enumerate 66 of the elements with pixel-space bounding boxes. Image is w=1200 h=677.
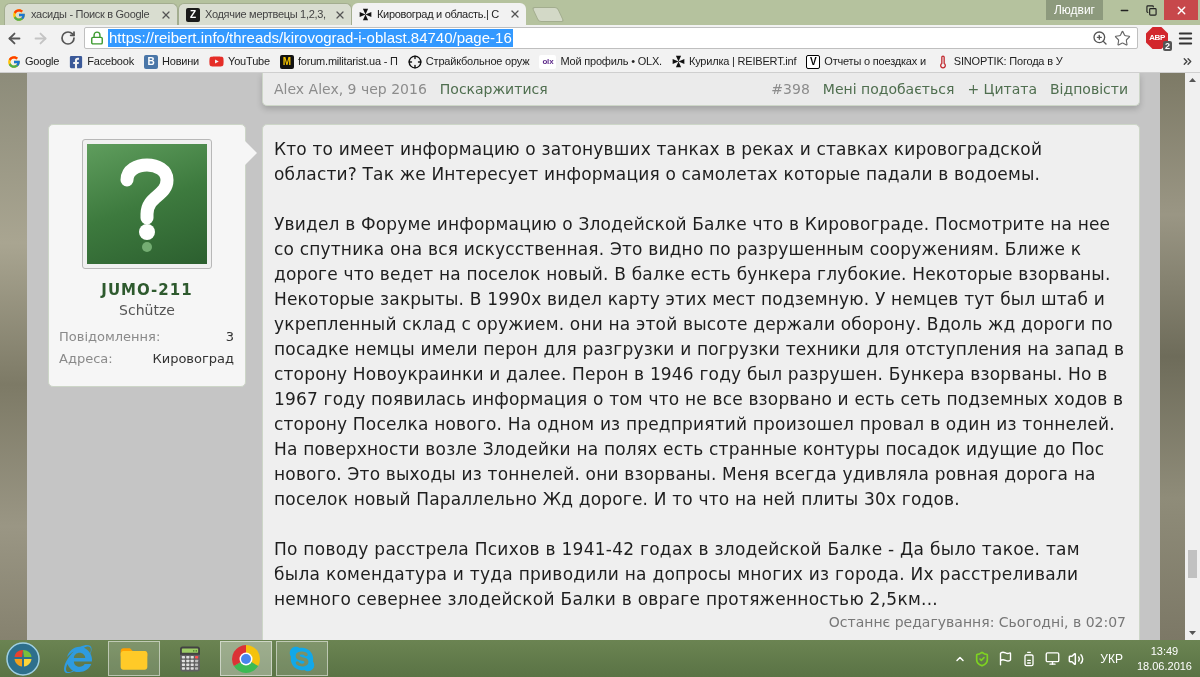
restore-icon	[1145, 4, 1157, 16]
bookmark-item[interactable]: SINOPTIK: Погода в У	[935, 53, 1063, 70]
monitor-icon[interactable]	[1045, 651, 1061, 666]
browser-tab[interactable]: Кировоград и область.| С	[352, 3, 526, 25]
username[interactable]: JUMO-211	[101, 280, 193, 300]
star-icon[interactable]	[1114, 29, 1131, 47]
start-orb-icon[interactable]	[6, 641, 40, 676]
zoom-icon[interactable]	[1092, 30, 1108, 46]
favicon-letter: Z	[186, 7, 200, 22]
taskbar-app[interactable]	[220, 641, 272, 676]
language-indicator[interactable]: УКР	[1100, 649, 1123, 668]
lock-icon	[90, 31, 104, 45]
scroll-thumb[interactable]	[1188, 550, 1197, 578]
bookmark-item[interactable]: V Отчеты о поездках и	[806, 53, 926, 70]
cross-icon	[359, 7, 372, 21]
close-icon[interactable]	[509, 8, 521, 20]
close-window-button[interactable]	[1164, 0, 1198, 20]
chevrons-right-icon[interactable]	[1181, 55, 1194, 68]
bookmark-item[interactable]: Страйкбольное оруж	[407, 53, 530, 70]
g-logo-icon	[7, 54, 21, 69]
scroll-up-icon[interactable]	[1189, 78, 1196, 82]
bookmark-item[interactable]: olx Мой профиль • OLX.	[539, 53, 662, 70]
speaker-icon[interactable]	[1068, 650, 1085, 667]
browser-tab[interactable]: Z Ходячие мертвецы 1,2,3,	[178, 3, 352, 25]
stat-label: Повідомлення:	[59, 328, 161, 346]
bookmark-item[interactable]: Курилка | REIBERT.inf	[672, 53, 797, 70]
post-paragraph: Кто то имеет информацию о затонувших танках в реках и ставках кировоградской области? Так же Интересует информация о самолетах которые падали в водоемы.	[274, 138, 1044, 186]
shield-check-icon[interactable]	[974, 650, 991, 667]
report-link[interactable]: Поскаржитися	[439, 78, 548, 100]
scroll-down-icon[interactable]	[1189, 631, 1196, 635]
play-logo-icon	[209, 54, 225, 69]
reload-icon[interactable]	[60, 30, 76, 46]
crosshair-icon	[407, 54, 422, 69]
stat-label: Адреса:	[59, 350, 113, 368]
clock[interactable]: 13:49 18.06.2016	[1136, 643, 1192, 674]
g-logo-icon	[12, 7, 26, 22]
f-logo-icon	[69, 54, 84, 69]
e-logo-icon	[64, 644, 92, 673]
bookmark-item[interactable]: YouTube	[209, 53, 270, 70]
scrollbar[interactable]	[1185, 73, 1200, 640]
browser-tab[interactable]: хасиды - Поиск в Google	[4, 3, 178, 25]
edit-note: Останнє редагування: Сьогодні, в 02:07	[828, 613, 1126, 632]
badge-count: 2	[1163, 41, 1172, 51]
favicon-letter: M	[279, 54, 294, 69]
favicon-letter: olx	[539, 54, 557, 69]
s-logo-icon	[288, 644, 316, 673]
stat-value: 3	[225, 328, 234, 346]
action-link[interactable]: Відповісти	[1050, 78, 1128, 100]
bookmark-item[interactable]: В Новини	[144, 53, 200, 70]
bookmark-item[interactable]: M forum.militarist.ua - П	[279, 53, 398, 70]
action-link[interactable]: + Цитата	[967, 78, 1037, 100]
tricolor-circle-icon	[232, 644, 260, 673]
question-mark-icon	[119, 156, 175, 252]
bookmark-item[interactable]: Facebook	[69, 53, 134, 70]
flag-icon[interactable]	[998, 651, 1014, 666]
post-paragraph: Увидел в Форуме информацию о Злодейской Балке что в Кировограде. Посмотрите на нее со спутника она вся искусственная. Это видно по разрушенным сооружениям. Ближе к дороге что ведет на поселок новый. В балке есть бункера глубокие. Некоторые взорваны. Некоторые закрыты. В 1990х видел карту этих мест подземную. У немцев тут был штаб и укрепленный склад с оружием. они на этой высоте держали оборону. Вдоль жд дороги по посадке немцы имели перон для разгрузки и погрузки техники для отступления на запад в сторону Новоукраинки и далее. Перон в 1946 году был разрушен. Бункера взорваны. Но в 1967 году появилась информация о том что не все взорвано и есть сеть подземных ходов в сторону Поселка нового. На одном из предприятий произошел провал в один из тоннелей. На поверхности возле Злодейки на полях есть странные контуры посадок идущие до Пос нового. Это выходы из тоннелей. они взорваны. Меня всегда удивляла ровная дорога на поселок новый Параллельно Жд дороге. И то что на ней плиты 30х годов.	[274, 213, 1126, 511]
favicon-letter: V	[806, 54, 821, 69]
url-text: https://reibert.info/threads/kirovograd-i-oblast.84740/page-16	[108, 29, 513, 47]
user-rank: Schütze	[119, 301, 175, 320]
post-paragraph: По поводу расстрела Психов в 1941-42 годах в злодейской Балке - Да было такое. там была комендатура и туда приводили на допросы многих из города. Их расстреливали немного севернее злодейской Балки в овраге протяженностью 2,5км...	[274, 538, 1081, 611]
favicon-letter: В	[144, 54, 158, 69]
cross-icon	[672, 55, 685, 68]
stat-value: Кировоград	[152, 350, 234, 368]
action-link[interactable]: Мені подобається	[822, 78, 955, 100]
bookmark-item[interactable]: Google	[7, 53, 60, 70]
author-date: Alex Alex, 9 чер 2016	[274, 79, 427, 99]
